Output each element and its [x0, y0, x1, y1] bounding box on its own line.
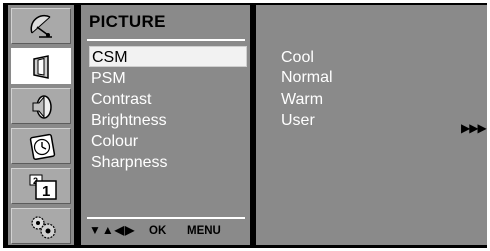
menu-item-sharpness[interactable]: Sharpness: [89, 152, 247, 173]
tv-osd-menu: 2 1 PICTURE CSM PSM Contrast Brightness …: [3, 3, 487, 248]
menu-item-brightness[interactable]: Brightness: [89, 110, 247, 131]
ok-label: OK: [149, 225, 167, 237]
satellite-dish-icon[interactable]: [11, 8, 71, 44]
menu-item-psm[interactable]: PSM: [89, 68, 247, 89]
picture-icon[interactable]: [11, 48, 71, 84]
menu-item-contrast[interactable]: Contrast: [89, 89, 247, 110]
submenu-item-cool[interactable]: Cool: [281, 48, 314, 68]
clock-icon[interactable]: [11, 128, 71, 164]
menu-item-colour[interactable]: Colour: [89, 131, 247, 152]
menu-title: PICTURE: [89, 12, 166, 31]
speaker-icon[interactable]: [11, 88, 71, 124]
channel-large-number: 1: [42, 183, 50, 200]
navigation-arrows-icon: ▼▲◀▶: [89, 223, 136, 237]
menu-item-csm[interactable]: CSM: [89, 46, 247, 67]
submenu-item-warm[interactable]: Warm: [281, 90, 323, 110]
gears-icon[interactable]: [11, 208, 71, 244]
menu-footer: ▼▲◀▶ OK MENU: [87, 217, 245, 241]
title-divider: [87, 39, 245, 41]
category-icon-bar: 2 1: [8, 5, 74, 245]
channel-number-icon[interactable]: 2 1: [11, 168, 71, 204]
menu-label: MENU: [187, 225, 221, 237]
csm-submenu-panel: Cool Normal Warm User ▶▶▶: [256, 5, 487, 245]
submenu-item-normal[interactable]: Normal: [281, 68, 333, 88]
submenu-arrow-icon: ▶▶▶: [461, 121, 487, 135]
submenu-item-user[interactable]: User: [281, 111, 315, 131]
picture-menu-panel: PICTURE CSM PSM Contrast Brightness Colo…: [81, 5, 250, 245]
